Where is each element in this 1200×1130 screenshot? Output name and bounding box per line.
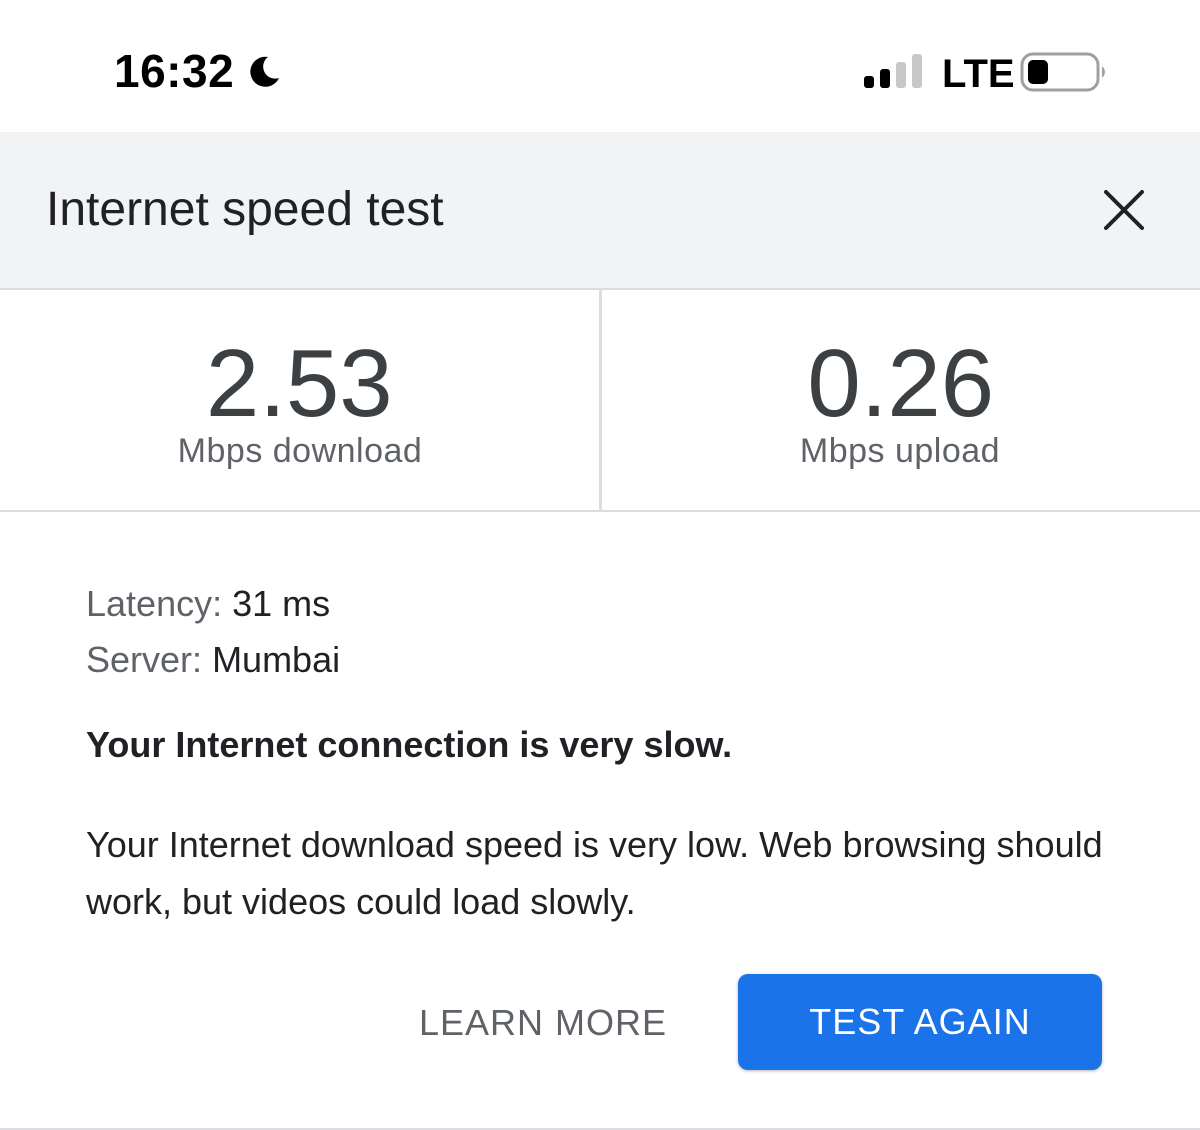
download-speed-label: Mbps download	[177, 432, 423, 470]
latency-row: Latency: 31 ms	[86, 576, 340, 632]
latency-value: 31 ms	[232, 583, 331, 624]
status-time: 16:32	[114, 45, 235, 97]
speed-description: Your Internet download speed is very low…	[86, 824, 1103, 922]
status-clock: 16:32	[114, 44, 282, 98]
speed-results: 2.53 0.26	[0, 290, 1200, 512]
moon-icon	[250, 56, 280, 87]
learn-more-button[interactable]: LEARN MORE	[400, 976, 686, 1070]
server-label: Server:	[86, 639, 203, 680]
close-icon[interactable]	[1096, 182, 1152, 238]
speed-verdict: Your Internet connection is very slow.	[86, 724, 733, 765]
upload-result: 0.26	[602, 290, 1200, 510]
upload-speed-label: Mbps upload	[799, 432, 1001, 470]
server-value: Mumbai	[212, 639, 341, 680]
download-result: 2.53	[0, 290, 602, 510]
status-bar: 16:32 LTE	[0, 0, 1200, 132]
test-again-button[interactable]: TEST AGAIN	[738, 974, 1102, 1070]
dialog-header: Internet speed test	[0, 132, 1200, 290]
download-speed-value: 2.53	[205, 330, 393, 437]
test-details: Latency: 31 ms Server: Mumbai	[86, 576, 340, 688]
server-row: Server: Mumbai	[86, 632, 340, 688]
network-type: LTE	[942, 52, 1015, 96]
battery-icon	[1020, 52, 1105, 92]
latency-label: Latency:	[86, 583, 223, 624]
upload-speed-value: 0.26	[807, 330, 995, 437]
cellular-signal-icon	[864, 54, 922, 88]
page-title: Internet speed test	[46, 183, 444, 236]
